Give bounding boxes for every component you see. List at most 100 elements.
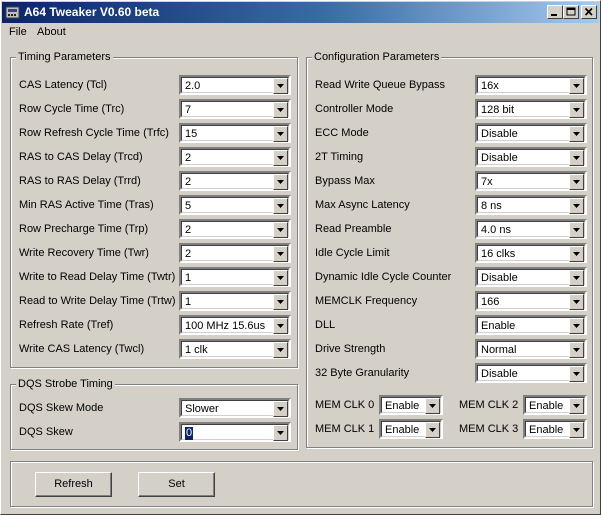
set-button[interactable]: Set (138, 472, 215, 497)
dropdown-button[interactable] (273, 401, 288, 417)
write-to-read-delay-time-select[interactable]: 1 (179, 267, 291, 287)
select-frame: Disable (477, 365, 585, 382)
row-refresh-cycle-time-select[interactable]: 15 (179, 123, 291, 143)
menu-about[interactable]: About (37, 26, 66, 39)
write-cas-latency-select[interactable]: 1 clk (179, 339, 291, 359)
dropdown-button[interactable] (569, 126, 584, 142)
dropdown-button[interactable] (569, 222, 584, 238)
title-bar[interactable]: A64 Tweaker V0.60 beta (2, 2, 599, 23)
dropdown-button[interactable] (273, 222, 288, 238)
dropdown-button[interactable] (273, 318, 288, 334)
dropdown-button[interactable] (273, 270, 288, 286)
maximize-button[interactable] (563, 5, 579, 19)
drive-strength-select[interactable]: Normal (475, 339, 587, 359)
dropdown-button[interactable] (273, 246, 288, 262)
mem-clk-1-select[interactable]: Enable (379, 419, 443, 439)
read-write-queue-bypass-select[interactable]: 16x (475, 75, 587, 95)
dqs-skew-mode-select[interactable]: Slower (179, 398, 291, 418)
parameter-label: Write to Read Delay Time (Twtr) (19, 271, 176, 283)
refresh-button[interactable]: Refresh (35, 472, 112, 497)
min-ras-active-time-select[interactable]: 5 (179, 195, 291, 215)
select-value: 7x (481, 176, 493, 188)
dropdown-button[interactable] (569, 246, 584, 262)
mem-clk-0-select[interactable]: Enable (379, 395, 443, 415)
bypass-max-select[interactable]: 7x (475, 171, 587, 191)
dropdown-button[interactable] (273, 78, 288, 94)
memclk-frequency-select[interactable]: 166 (475, 291, 587, 311)
dropdown-button[interactable] (425, 422, 440, 438)
dropdown-button[interactable] (569, 150, 584, 166)
refresh-rate-select[interactable]: 100 MHz 15.6us (179, 315, 291, 335)
minimize-icon (551, 14, 557, 16)
dqs-skew-select[interactable]: 0 (179, 422, 291, 442)
close-icon (584, 7, 593, 16)
dropdown-button[interactable] (273, 102, 288, 118)
chevron-down-icon (573, 300, 580, 304)
read-to-write-delay-time-select[interactable]: 1 (179, 291, 291, 311)
dropdown-button[interactable] (569, 318, 584, 334)
select-value: Slower (185, 403, 219, 415)
2t-timing-select[interactable]: Disable (475, 147, 587, 167)
select-value: 0 (185, 427, 194, 440)
chevron-down-icon (573, 404, 580, 408)
dropdown-button[interactable] (569, 270, 584, 286)
ecc-mode-select[interactable]: Disable (475, 123, 587, 143)
dropdown-button[interactable] (569, 198, 584, 214)
close-button[interactable] (581, 5, 597, 19)
select-value: Enable (529, 424, 564, 436)
cas-latency-select[interactable]: 2.0 (179, 75, 291, 95)
dropdown-button[interactable] (273, 126, 288, 142)
select-frame: 1 (181, 293, 289, 310)
select-frame: 16 clks (477, 245, 585, 262)
mem-clk-3-select[interactable]: Enable (523, 419, 587, 439)
32-byte-granularity-select[interactable]: Disable (475, 363, 587, 383)
dropdown-button[interactable] (569, 174, 584, 190)
ras-to-cas-delay-select[interactable]: 2 (179, 147, 291, 167)
minimize-button[interactable] (547, 5, 563, 19)
menu-bar: File About (2, 23, 599, 41)
parameter-label: DQS Skew Mode (19, 402, 104, 414)
dropdown-button[interactable] (273, 198, 288, 214)
row-cycle-time-select[interactable]: 7 (179, 99, 291, 119)
mem-clk-2-select[interactable]: Enable (523, 395, 587, 415)
dropdown-button[interactable] (569, 398, 584, 414)
dropdown-button[interactable] (569, 294, 584, 310)
parameter-label: Read Write Queue Bypass (315, 79, 446, 91)
group-title: Timing Parameters (16, 51, 113, 64)
controller-mode-select[interactable]: 128 bit (475, 99, 587, 119)
ras-to-ras-delay-select[interactable]: 2 (179, 171, 291, 191)
select-frame: 166 (477, 293, 585, 310)
dropdown-button[interactable] (569, 102, 584, 118)
select-value: 1 (185, 272, 192, 284)
dropdown-button[interactable] (273, 294, 288, 310)
row-precharge-time-select[interactable]: 2 (179, 219, 291, 239)
parameter-label: RAS to CAS Delay (Trcd) (19, 151, 143, 163)
dll-select[interactable]: Enable (475, 315, 587, 335)
max-async-latency-select[interactable]: 8 ns (475, 195, 587, 215)
select-frame: Disable (477, 269, 585, 286)
parameter-label: DQS Skew (19, 426, 73, 438)
select-value: 15 (185, 128, 198, 140)
select-frame: 7x (477, 173, 585, 190)
dropdown-button[interactable] (425, 398, 440, 414)
chevron-down-icon (573, 132, 580, 136)
read-preamble-select[interactable]: 4.0 ns (475, 219, 587, 239)
select-value: 8 ns (481, 200, 502, 212)
dropdown-button[interactable] (273, 425, 288, 441)
dropdown-button[interactable] (569, 422, 584, 438)
menu-file[interactable]: File (9, 26, 27, 39)
dropdown-button[interactable] (273, 342, 288, 358)
select-value: 2 (185, 152, 192, 164)
parameter-label: DLL (315, 319, 336, 331)
dynamic-idle-cycle-counter-select[interactable]: Disable (475, 267, 587, 287)
dropdown-button[interactable] (569, 366, 584, 382)
dropdown-button[interactable] (569, 78, 584, 94)
dropdown-button[interactable] (273, 150, 288, 166)
dqs-strobe-timing-group: DQS Strobe Timing DQS Skew Mode Slower DQS… (10, 378, 298, 450)
dropdown-button[interactable] (569, 342, 584, 358)
dropdown-button[interactable] (273, 174, 288, 190)
idle-cycle-limit-select[interactable]: 16 clks (475, 243, 587, 263)
parameter-label: MEM CLK 0 (315, 399, 375, 411)
parameter-label: Min RAS Active Time (Tras) (19, 199, 154, 211)
write-recovery-time-select[interactable]: 2 (179, 243, 291, 263)
